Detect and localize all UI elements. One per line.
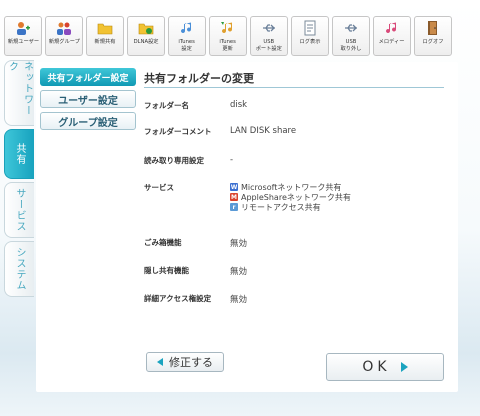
itunes-update-button[interactable]: iTunes 更新 [209,16,247,56]
logoff-icon [428,21,437,35]
vertical-tabs: ネットワーク 共有 サービス システム [4,60,36,300]
itunes-update-icon [221,22,233,34]
service-item-appleshare: M AppleShareネットワーク共有 [230,192,430,202]
service-item-remote: r リモートアクセス共有 [230,202,430,212]
arrow-left-icon [157,358,163,366]
usb-port-label: USB ポート設定 [255,39,283,52]
arrow-right-icon [400,362,408,372]
new-share-folder-icon [97,23,113,35]
folder-name-value: disk [230,100,248,110]
tab-network[interactable]: ネットワーク [4,60,34,126]
usb-remove-icon [345,24,357,32]
ok-button-label: OK [362,359,391,375]
melody-label: メロディー [379,39,405,45]
trash-label: ごみ箱機能 [144,238,182,247]
folder-name-label: フォルダー名 [144,101,189,110]
folder-comment-value: LAN DISK share [230,126,297,136]
subnav-group-settings-label: グループ設定 [58,117,118,129]
acl-label: 詳細アクセス権設定 [144,294,212,303]
readonly-label: 読み取り専用設定 [144,156,204,165]
tab-system[interactable]: システム [4,241,34,297]
sub-navigation: 共有フォルダー設定 ユーザー設定 グループ設定 [40,68,136,134]
logoff-label: ログオフ [422,39,444,45]
tab-network-label: ネットワーク [6,61,33,116]
new-share-label: 新規共有 [94,39,116,45]
subnav-user-settings-label: ユーザー設定 [58,95,118,107]
edit-button[interactable]: 修正する [146,352,224,372]
subnav-user-settings[interactable]: ユーザー設定 [40,90,136,108]
acl-value: 無効 [230,295,248,305]
tab-share[interactable]: 共有 [4,129,34,179]
subnav-share-folder-settings[interactable]: 共有フォルダー設定 [40,68,136,86]
appleshare-icon: M [230,193,238,201]
dlna-settings-button[interactable]: DLNA設定 [127,16,165,56]
new-group-button[interactable]: 新規グループ [45,16,83,56]
service-label: サービス [144,183,174,192]
toolbar: 新規ユーザー 新規グループ 新規共有 DLNA設定 iTunes 設定 iTun… [4,16,452,56]
remote-access-icon: r [230,203,238,211]
service-list: W Microsoftネットワーク共有 M AppleShareネットワーク共有… [230,182,430,212]
tab-service-label: サービス [14,188,25,232]
tab-share-label: 共有 [14,143,25,165]
itunes-settings-button[interactable]: iTunes 設定 [168,16,206,56]
logoff-button[interactable]: ログオフ [414,16,452,56]
melody-icon [386,22,397,34]
melody-button[interactable]: メロディー [373,16,411,56]
trash-value: 無効 [230,239,248,249]
service-remote-text: リモートアクセス共有 [241,202,321,212]
dlna-settings-label: DLNA設定 [133,39,159,45]
new-user-icon [17,22,30,35]
new-group-label: 新規グループ [48,39,80,45]
ok-button[interactable]: OK [326,353,444,381]
new-user-button[interactable]: 新規ユーザー [4,16,42,56]
itunes-settings-icon [181,22,192,34]
microsoft-share-icon: W [230,183,238,191]
hidden-share-value: 無効 [230,267,248,277]
readonly-value: - [230,155,234,165]
usb-remove-button[interactable]: USB 取り外し [332,16,370,56]
new-group-icon [57,22,71,35]
usb-port-icon [263,24,275,32]
subnav-share-folder-settings-label: 共有フォルダー設定 [47,73,129,84]
folder-comment-label: フォルダーコメント [144,127,212,136]
tab-service[interactable]: サービス [4,182,34,238]
itunes-settings-label: iTunes 設定 [178,39,196,52]
usb-port-button[interactable]: USB ポート設定 [250,16,288,56]
new-user-label: 新規ユーザー [7,39,39,45]
hidden-share-label: 隠し共有機能 [144,266,189,275]
page-title: 共有フォルダーの変更 [144,70,444,88]
dlna-settings-icon [138,23,154,35]
tab-system-label: システム [14,247,25,291]
main-panel: 共有フォルダー設定 ユーザー設定 グループ設定 共有フォルダーの変更 フォルダー… [36,62,458,392]
service-item-microsoft: W Microsoftネットワーク共有 [230,182,430,192]
log-view-button[interactable]: ログ表示 [291,16,329,56]
subnav-group-settings[interactable]: グループ設定 [40,112,136,130]
itunes-update-label: iTunes 更新 [219,39,237,52]
edit-button-label: 修正する [169,356,213,369]
log-view-label: ログ表示 [299,39,321,45]
new-share-button[interactable]: 新規共有 [86,16,124,56]
log-view-icon [304,20,316,36]
usb-remove-label: USB 取り外し [340,39,362,52]
